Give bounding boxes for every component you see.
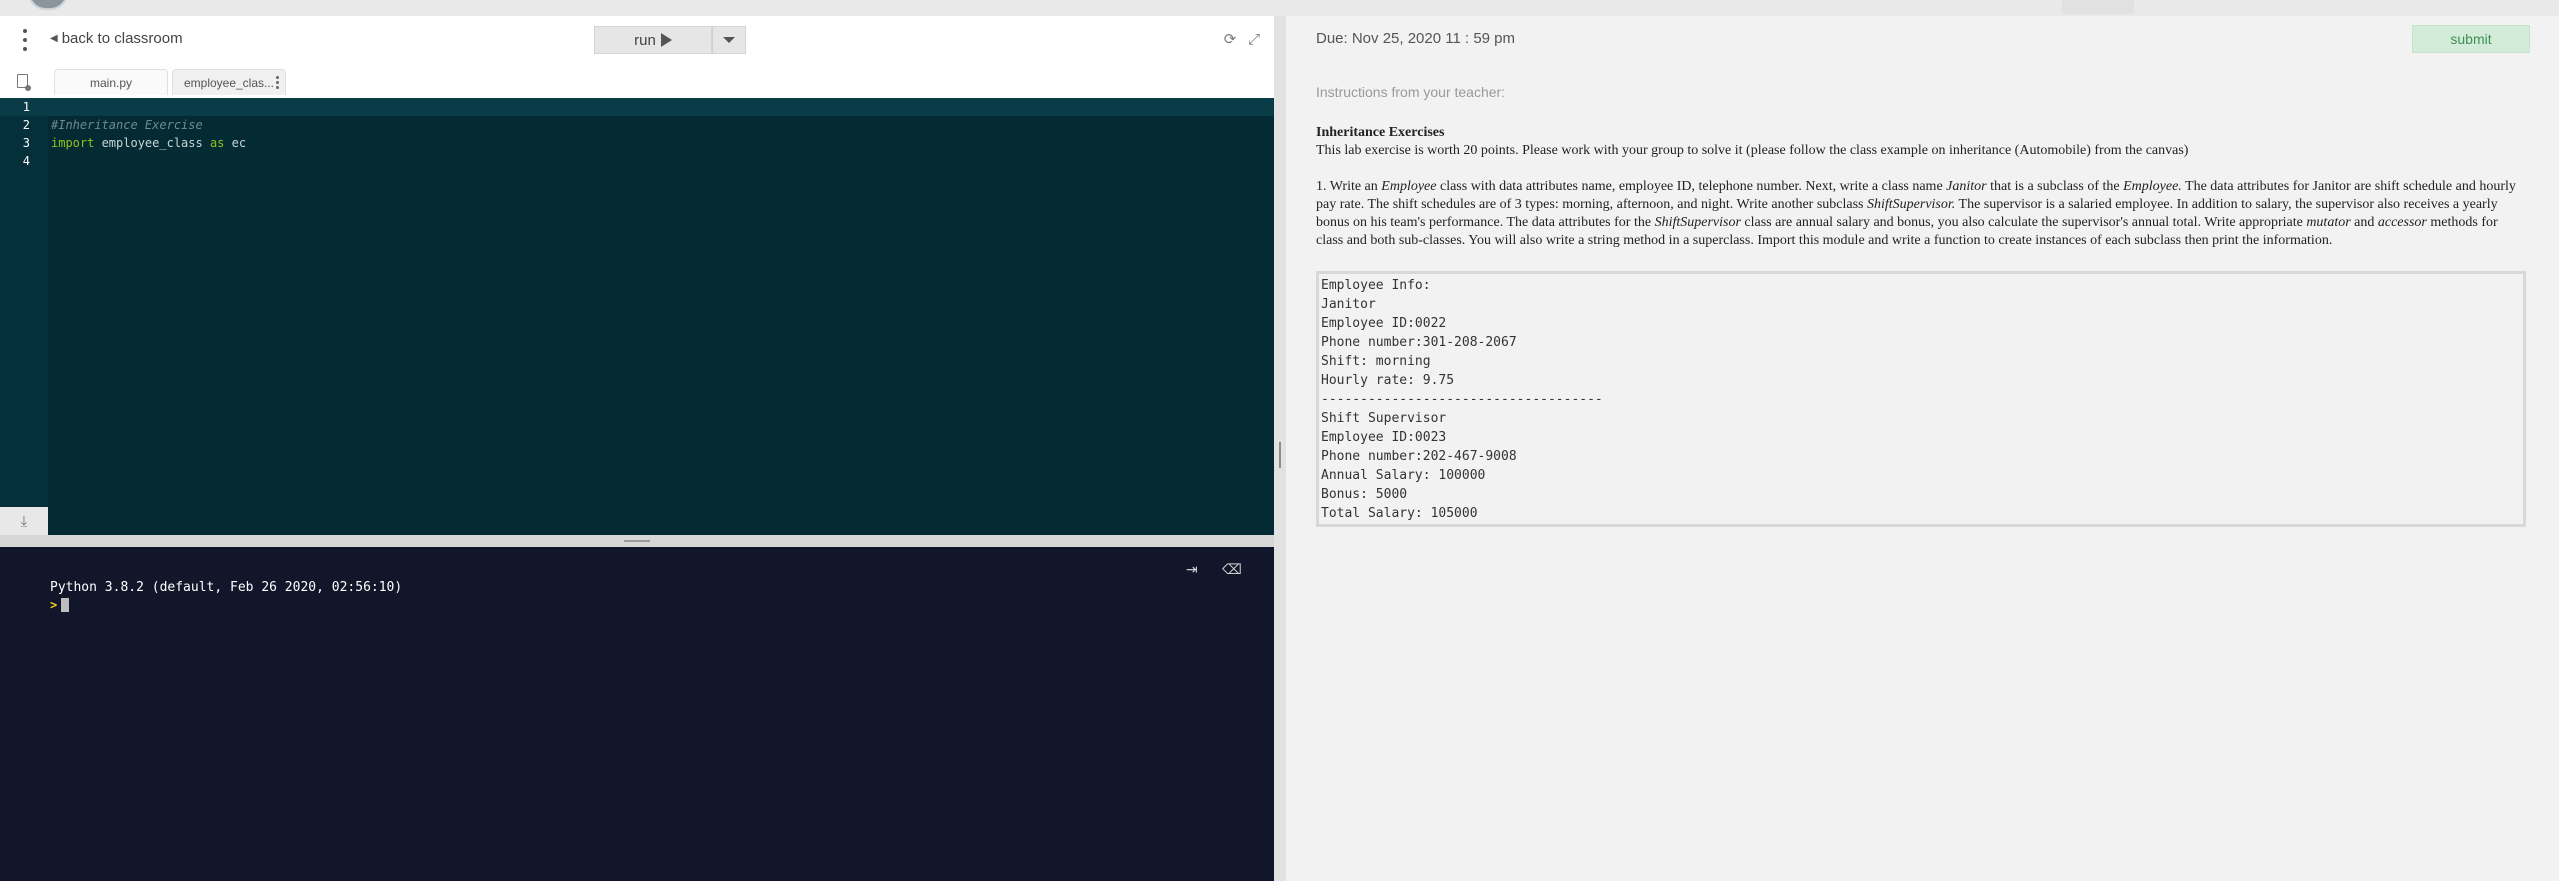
task-term: mutator [2306,215,2351,230]
chevron-down-icon [723,37,735,43]
tab-label: main.py [89,75,133,90]
sample-output-line: Shift Supervisor [1321,411,1447,426]
file-tabs-bar: main.py employee_clas... [0,64,1274,98]
submit-button[interactable]: submit [2412,25,2530,53]
sample-output-line: Bonus: 5000 [1321,487,1408,502]
editor-toolbar: ◀ back to classroom run ⟳ ⤢ [0,16,1274,64]
back-label: back to classroom [61,30,183,47]
sample-output-line: Employee ID:0022 [1321,316,1447,331]
console-panel[interactable]: ⇥ ⌫ Python 3.8.2 (default, Feb 26 2020, … [0,547,1274,881]
back-to-classroom-link[interactable]: ◀ back to classroom [50,30,183,47]
sample-output-line: Employee ID:0023 [1321,430,1447,445]
refresh-icon[interactable]: ⟳ [1222,32,1238,48]
current-line-highlight [0,98,1274,116]
expand-icon[interactable]: ⤢ [1246,32,1262,48]
tab-main-py[interactable]: main.py [54,69,168,95]
code-identifier: ec [224,136,247,150]
sample-output-line: Phone number:202-467-9008 [1321,449,1517,464]
tab-menu-icon[interactable] [276,76,279,89]
task-text: class with data attributes name, employe… [1436,179,1947,194]
line-number: 1 [22,100,30,114]
task-text: and [2350,215,2378,230]
due-date: Due: Nov 25, 2020 11 : 59 pm [1316,30,1516,47]
new-file-icon[interactable] [17,74,31,91]
assignment-panel: Due: Nov 25, 2020 11 : 59 pm submit Inst… [1286,16,2559,881]
instructions-label: Instructions from your teacher: [1316,84,1506,100]
sample-output-line: Employee Info: [1321,278,1431,293]
sample-output-line: ------------------------------------ [1321,392,1603,407]
line-number: 3 [22,136,30,150]
code-line: #Inheritance Exercise [51,116,203,134]
top-tab-stub [2062,0,2134,14]
code-keyword: as [209,136,225,150]
run-button[interactable]: run [594,26,712,54]
assignment-title: Inheritance Exercises [1316,125,1445,140]
assignment-instructions: Inheritance Exercises This lab exercise … [1316,124,2516,250]
task-term: Janitor [1946,179,1987,194]
sample-output-line: Phone number:301-208-2067 [1321,335,1517,350]
line-number: 2 [22,118,30,132]
assignment-task: 1. Write an Employee class with data att… [1316,178,2516,250]
menu-icon[interactable] [20,29,30,51]
task-term: Employee. [2123,179,2182,194]
console-cursor [61,598,70,612]
code-line: import employee_class as ec [51,134,246,152]
code-editor[interactable]: 1 2 3 4 #Inheritance Exercise import emp… [0,98,1274,535]
play-icon [660,33,672,47]
run-controls: run [594,26,746,54]
task-term: ShiftSupervisor [1654,215,1741,230]
task-text: that is a subclass of the [1986,179,2124,194]
editor-console-splitter[interactable] [0,535,1274,547]
caret-left-icon: ◀ [50,33,58,44]
sample-output-line: Shift: morning [1321,354,1431,369]
console-enter-icon[interactable]: ⇥ [1186,561,1198,578]
code-keyword: import [51,136,95,150]
task-text: class are annual salary and bonus, you a… [1740,215,2307,230]
console-banner: Python 3.8.2 (default, Feb 26 2020, 02:5… [50,580,403,595]
code-identifier: employee_class [94,136,210,150]
download-icon[interactable]: ⤓ [0,507,48,535]
sample-output-line: Hourly rate: 9.75 [1321,373,1455,388]
assignment-header: Due: Nov 25, 2020 11 : 59 pm submit [1286,16,2559,64]
prompt-chevron: > [50,598,58,612]
editor-panel: ◀ back to classroom run ⟳ ⤢ main.py empl… [0,16,1274,881]
panel-divider[interactable] [1274,16,1286,881]
task-term: Employee [1381,179,1437,194]
run-options-dropdown[interactable] [712,26,746,54]
code-comment: #Inheritance Exercise [51,118,203,132]
run-label: run [634,31,656,49]
line-number: 4 [22,154,30,168]
console-prompt[interactable]: > [50,598,70,612]
app-logo [28,0,68,10]
sample-output-line: Annual Salary: 100000 [1321,468,1486,483]
assignment-intro: This lab exercise is worth 20 points. Pl… [1316,143,2189,158]
task-term: ShiftSupervisor. [1867,197,1956,212]
task-text: 1. Write an [1316,179,1382,194]
top-strip [0,0,2559,16]
task-term: accessor [2377,215,2427,230]
tab-label: employee_clas... [183,75,275,90]
sample-output-line: Janitor [1321,297,1376,312]
clear-console-icon[interactable]: ⌫ [1222,561,1242,578]
sample-output-line: Total Salary: 105000 [1321,506,1478,521]
sample-output-box: Employee Info: Janitor Employee ID:0022 … [1316,271,2526,527]
tab-employee-class[interactable]: employee_clas... [172,69,286,95]
